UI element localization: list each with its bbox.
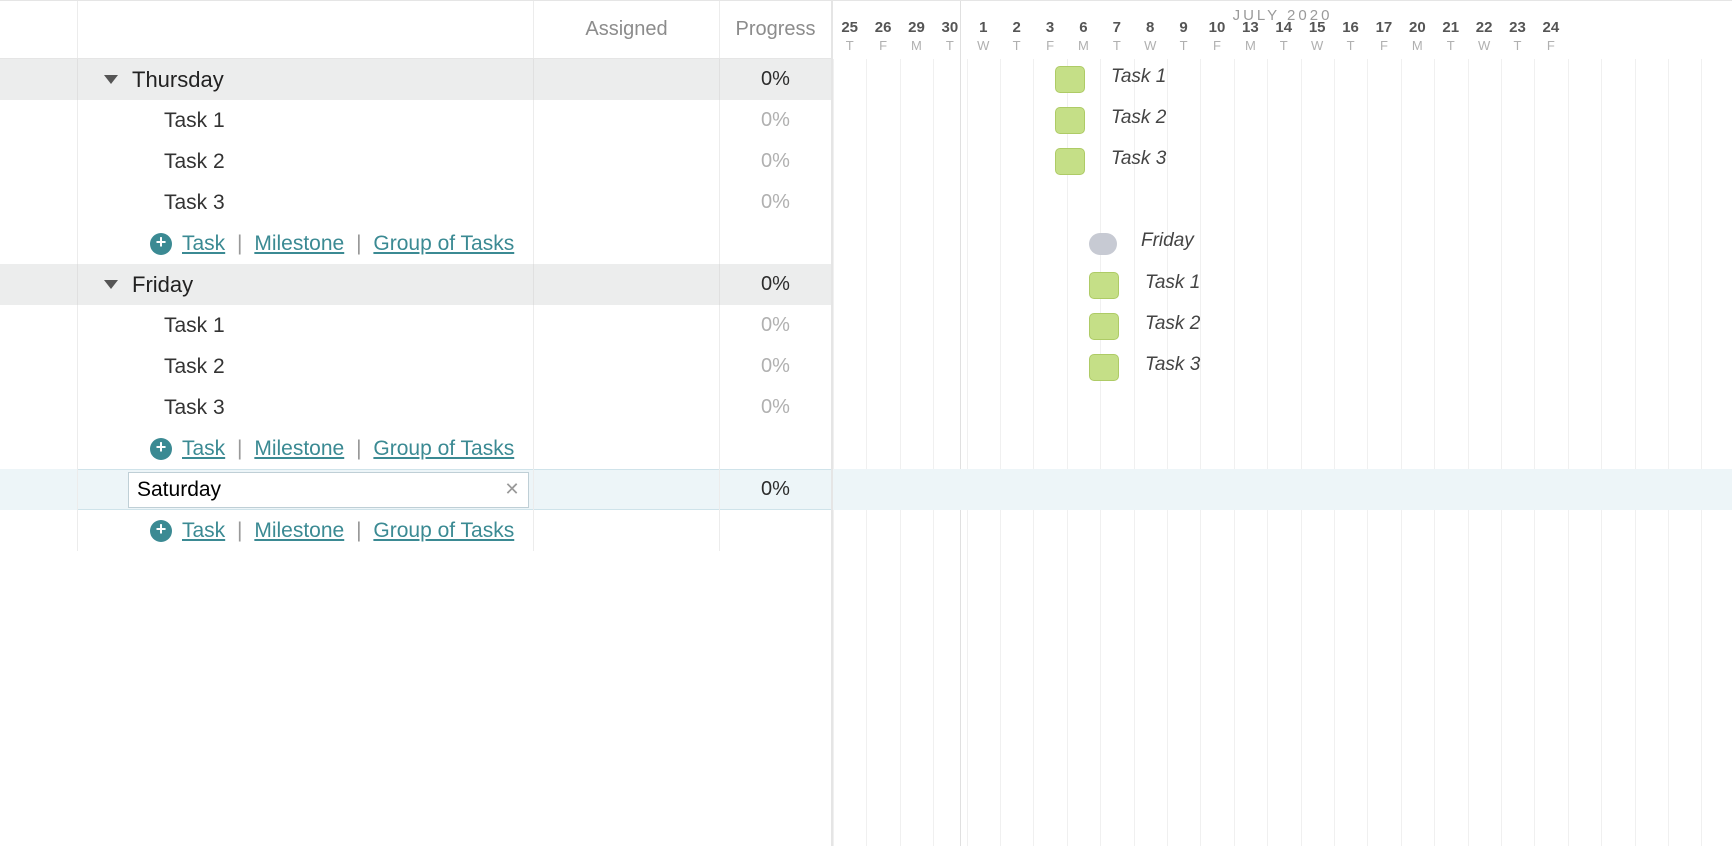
task-name[interactable]: Task 1 bbox=[164, 109, 225, 133]
day-column: 30T bbox=[933, 19, 966, 59]
gantt-bar[interactable] bbox=[1089, 313, 1119, 340]
plus-circle-icon[interactable] bbox=[150, 438, 172, 460]
gantt-bar[interactable] bbox=[1055, 107, 1085, 134]
progress-cell: 0% bbox=[720, 59, 831, 100]
task-name[interactable]: Task 1 bbox=[164, 314, 225, 338]
task-row[interactable]: Task 3 0% bbox=[0, 182, 831, 223]
gantt-bar-label: Task 1 bbox=[1145, 272, 1200, 294]
gantt-milestone[interactable] bbox=[1089, 233, 1117, 255]
day-column: 1W bbox=[967, 19, 1000, 59]
add-group-link[interactable]: Group of Tasks bbox=[373, 437, 514, 460]
day-column: 7T bbox=[1100, 19, 1133, 59]
task-table: Assigned Progress Thursday 0% Task 1 0% bbox=[0, 1, 832, 846]
add-milestone-link[interactable]: Milestone bbox=[254, 437, 344, 460]
header-spacer bbox=[0, 1, 78, 58]
add-row: Task | Milestone | Group of Tasks bbox=[0, 510, 831, 551]
add-milestone-link[interactable]: Milestone bbox=[254, 519, 344, 542]
group-name-input-wrap[interactable]: ✕ bbox=[128, 472, 529, 508]
add-task-link[interactable]: Task bbox=[182, 437, 225, 460]
gantt-bar-label: Task 2 bbox=[1111, 107, 1166, 129]
day-column: 22W bbox=[1467, 19, 1500, 59]
progress-cell: 0% bbox=[720, 387, 831, 428]
header-assigned[interactable]: Assigned bbox=[534, 1, 720, 58]
gantt-milestone-label: Friday bbox=[1141, 230, 1194, 252]
gantt-bar-label: Task 3 bbox=[1111, 148, 1166, 170]
gantt-bar-label: Task 1 bbox=[1111, 66, 1166, 88]
day-column: 15W bbox=[1300, 19, 1333, 59]
day-column: 23T bbox=[1501, 19, 1534, 59]
progress-cell: 0% bbox=[720, 100, 831, 141]
task-name[interactable]: Task 3 bbox=[164, 396, 225, 420]
day-column: 26F bbox=[866, 19, 899, 59]
add-row: Task | Milestone | Group of Tasks bbox=[0, 223, 831, 264]
group-name[interactable]: Thursday bbox=[132, 67, 224, 93]
day-column: 16T bbox=[1334, 19, 1367, 59]
timeline-panel[interactable]: JULY 2020 25T26F29M30T1W2T3F6M7T8W9T10F1… bbox=[832, 1, 1732, 846]
caret-down-icon[interactable] bbox=[104, 75, 118, 84]
header-name bbox=[78, 1, 534, 58]
day-column: 20M bbox=[1401, 19, 1434, 59]
add-task-link[interactable]: Task bbox=[182, 519, 225, 542]
progress-cell: 0% bbox=[720, 305, 831, 346]
timeline-grid bbox=[833, 59, 1732, 846]
day-column: 21T bbox=[1434, 19, 1467, 59]
progress-cell: 0% bbox=[720, 141, 831, 182]
gantt-bar[interactable] bbox=[1089, 272, 1119, 299]
header-progress[interactable]: Progress bbox=[720, 1, 831, 58]
progress-cell: 0% bbox=[720, 264, 831, 305]
day-column: 29M bbox=[900, 19, 933, 59]
day-column: 2T bbox=[1000, 19, 1033, 59]
day-column: 10F bbox=[1200, 19, 1233, 59]
day-column: 17F bbox=[1367, 19, 1400, 59]
task-row[interactable]: Task 2 0% bbox=[0, 346, 831, 387]
task-row[interactable]: Task 1 0% bbox=[0, 305, 831, 346]
caret-down-icon[interactable] bbox=[104, 280, 118, 289]
gantt-bar-label: Task 2 bbox=[1145, 313, 1200, 335]
task-row[interactable]: Task 1 0% bbox=[0, 100, 831, 141]
task-row[interactable]: Task 3 0% bbox=[0, 387, 831, 428]
progress-cell: 0% bbox=[720, 182, 831, 223]
progress-cell: 0% bbox=[720, 469, 831, 510]
group-row-friday[interactable]: Friday 0% bbox=[0, 264, 831, 305]
timeline-header: JULY 2020 25T26F29M30T1W2T3F6M7T8W9T10F1… bbox=[833, 1, 1732, 59]
progress-cell: 0% bbox=[720, 346, 831, 387]
gantt-app: Assigned Progress Thursday 0% Task 1 0% bbox=[0, 0, 1732, 846]
day-column: 24F bbox=[1534, 19, 1567, 59]
day-column: 14T bbox=[1267, 19, 1300, 59]
add-group-link[interactable]: Group of Tasks bbox=[373, 232, 514, 255]
day-column: 8W bbox=[1134, 19, 1167, 59]
add-group-link[interactable]: Group of Tasks bbox=[373, 519, 514, 542]
day-column: 13M bbox=[1234, 19, 1267, 59]
plus-circle-icon[interactable] bbox=[150, 233, 172, 255]
day-column: 6M bbox=[1067, 19, 1100, 59]
add-task-link[interactable]: Task bbox=[182, 232, 225, 255]
plus-circle-icon[interactable] bbox=[150, 520, 172, 542]
timeline-row-highlight bbox=[833, 469, 1732, 510]
day-column: 25T bbox=[833, 19, 866, 59]
add-milestone-link[interactable]: Milestone bbox=[254, 232, 344, 255]
close-icon[interactable]: ✕ bbox=[496, 479, 528, 500]
add-row: Task | Milestone | Group of Tasks bbox=[0, 428, 831, 469]
task-name[interactable]: Task 2 bbox=[164, 150, 225, 174]
group-name-input[interactable] bbox=[129, 474, 496, 506]
group-row-editing[interactable]: ✕ 0% bbox=[0, 469, 831, 510]
day-column: 9T bbox=[1167, 19, 1200, 59]
task-name[interactable]: Task 2 bbox=[164, 355, 225, 379]
gantt-bar[interactable] bbox=[1089, 354, 1119, 381]
task-name[interactable]: Task 3 bbox=[164, 191, 225, 215]
group-name[interactable]: Friday bbox=[132, 272, 193, 298]
date-strip: 25T26F29M30T1W2T3F6M7T8W9T10F13M14T15W16… bbox=[833, 19, 1732, 59]
table-body: Thursday 0% Task 1 0% Task 2 0% Task 3 bbox=[0, 59, 831, 846]
table-header: Assigned Progress bbox=[0, 1, 831, 59]
gantt-bar[interactable] bbox=[1055, 148, 1085, 175]
group-row-thursday[interactable]: Thursday 0% bbox=[0, 59, 831, 100]
gantt-bar-label: Task 3 bbox=[1145, 354, 1200, 376]
gantt-bar[interactable] bbox=[1055, 66, 1085, 93]
task-row[interactable]: Task 2 0% bbox=[0, 141, 831, 182]
day-column: 3F bbox=[1033, 19, 1066, 59]
